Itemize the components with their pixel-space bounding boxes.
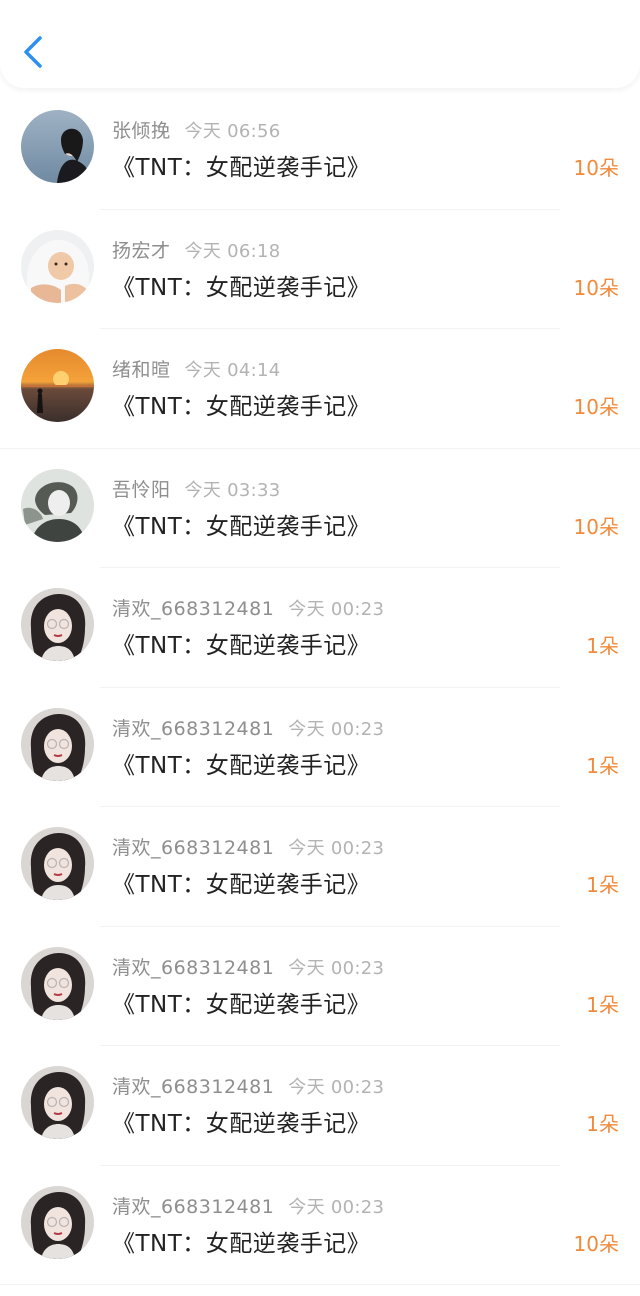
username[interactable]: 清欢_668312481 — [112, 598, 274, 620]
username[interactable]: 清欢_668312481 — [112, 957, 274, 979]
avatar[interactable] — [21, 1185, 94, 1259]
list-item[interactable]: 清欢_668312481 今天 00:23 《TNT：女配逆袭手记》 1朵 — [0, 688, 640, 807]
flower-count: 1朵 — [586, 634, 619, 658]
flower-count: 10朵 — [573, 275, 619, 300]
book-title: 《TNT：女配逆袭手记》 — [112, 633, 371, 659]
book-title: 《TNT：女配逆袭手记》 — [112, 752, 371, 779]
flower-count: 10朵 — [573, 156, 619, 180]
record-meta: 清欢_668312481 今天 00:23 — [112, 1192, 384, 1220]
list-item[interactable]: 张倾挽 今天 06:56 《TNT：女配逆袭手记》 10朵 — [0, 90, 640, 210]
username[interactable]: 清欢_668312481 — [112, 1196, 274, 1218]
book-title: 《TNT：女配逆袭手记》 — [112, 1111, 371, 1137]
list-item[interactable]: 清欢_668312481 今天 00:23 《TNT：女配逆袭手记》 1朵 — [0, 568, 640, 688]
record-meta: 清欢_668312481 今天 00:23 — [112, 833, 384, 861]
list-item[interactable]: 清欢_668312481 今天 00:23 《TNT：女配逆袭手记》 1朵 — [0, 927, 640, 1046]
chevron-left-icon — [24, 36, 42, 68]
timestamp: 今天 00:23 — [288, 599, 385, 620]
flower-count: 10朵 — [573, 1231, 619, 1256]
username[interactable]: 张倾挽 — [112, 120, 171, 142]
username[interactable]: 吾怜阳 — [112, 479, 171, 501]
timestamp: 今天 00:23 — [288, 957, 385, 979]
timestamp: 今天 00:23 — [288, 838, 385, 859]
gift-records-page: 张倾挽 今天 06:56 《TNT：女配逆袭手记》 10朵 扬宏才 今天 06:18 《T… — [0, 0, 640, 1296]
divider — [0, 1284, 640, 1285]
timestamp: 今天 03:33 — [184, 479, 281, 501]
book-title: 《TNT：女配逆袭手记》 — [112, 155, 371, 181]
record-meta: 清欢_668312481 今天 00:23 — [112, 594, 384, 622]
flower-count: 1朵 — [586, 1112, 619, 1136]
avatar[interactable] — [21, 349, 94, 422]
book-title: 《TNT：女配逆袭手记》 — [112, 394, 371, 420]
top-bar — [0, 0, 640, 88]
avatar[interactable] — [21, 110, 94, 183]
record-meta: 扬宏才 今天 06:18 — [112, 236, 281, 264]
avatar[interactable] — [21, 827, 94, 900]
avatar[interactable] — [21, 468, 94, 542]
back-button[interactable] — [16, 30, 52, 74]
book-title: 《TNT：女配逆袭手记》 — [112, 513, 371, 540]
book-title: 《TNT：女配逆袭手记》 — [112, 991, 371, 1018]
record-meta: 绪和暄 今天 04:14 — [112, 355, 281, 383]
flower-count: 10朵 — [573, 395, 619, 419]
timestamp: 今天 00:23 — [288, 718, 385, 740]
username[interactable]: 清欢_668312481 — [112, 1076, 274, 1098]
book-title: 《TNT：女配逆袭手记》 — [112, 274, 371, 301]
list-item[interactable]: 清欢_668312481 今天 00:23 《TNT：女配逆袭手记》 1朵 — [0, 1046, 640, 1166]
flower-count: 1朵 — [586, 753, 619, 778]
username[interactable]: 绪和暄 — [112, 359, 171, 381]
avatar[interactable] — [21, 707, 94, 781]
timestamp: 今天 06:56 — [184, 121, 281, 142]
book-title: 《TNT：女配逆袭手记》 — [112, 872, 371, 898]
username[interactable]: 清欢_668312481 — [112, 837, 274, 859]
username[interactable]: 清欢_668312481 — [112, 718, 274, 740]
timestamp: 今天 00:23 — [288, 1196, 385, 1218]
timestamp: 今天 00:23 — [288, 1077, 385, 1098]
record-meta: 清欢_668312481 今天 00:23 — [112, 714, 384, 742]
list-item[interactable]: 绪和暄 今天 04:14 《TNT：女配逆袭手记》 10朵 — [0, 329, 640, 449]
list-item[interactable]: 扬宏才 今天 06:18 《TNT：女配逆袭手记》 10朵 — [0, 210, 640, 329]
record-meta: 清欢_668312481 今天 00:23 — [112, 1072, 384, 1100]
avatar[interactable] — [21, 229, 94, 303]
record-meta: 张倾挽 今天 06:56 — [112, 116, 281, 144]
avatar[interactable] — [21, 588, 94, 661]
timestamp: 今天 04:14 — [184, 360, 281, 381]
flower-count: 1朵 — [586, 992, 619, 1017]
gift-record-list: 张倾挽 今天 06:56 《TNT：女配逆袭手记》 10朵 扬宏才 今天 06:18 《T… — [0, 90, 640, 1285]
username[interactable]: 扬宏才 — [112, 240, 171, 262]
flower-count: 10朵 — [573, 514, 619, 539]
flower-count: 1朵 — [586, 873, 619, 897]
list-item[interactable]: 清欢_668312481 今天 00:23 《TNT：女配逆袭手记》 10朵 — [0, 1166, 640, 1285]
record-meta: 吾怜阳 今天 03:33 — [112, 475, 281, 503]
avatar[interactable] — [21, 1066, 94, 1139]
list-item[interactable]: 吾怜阳 今天 03:33 《TNT：女配逆袭手记》 10朵 — [0, 449, 640, 568]
timestamp: 今天 06:18 — [184, 240, 281, 262]
book-title: 《TNT：女配逆袭手记》 — [112, 1230, 371, 1257]
list-item[interactable]: 清欢_668312481 今天 00:23 《TNT：女配逆袭手记》 1朵 — [0, 807, 640, 927]
avatar[interactable] — [21, 946, 94, 1020]
record-meta: 清欢_668312481 今天 00:23 — [112, 953, 384, 981]
